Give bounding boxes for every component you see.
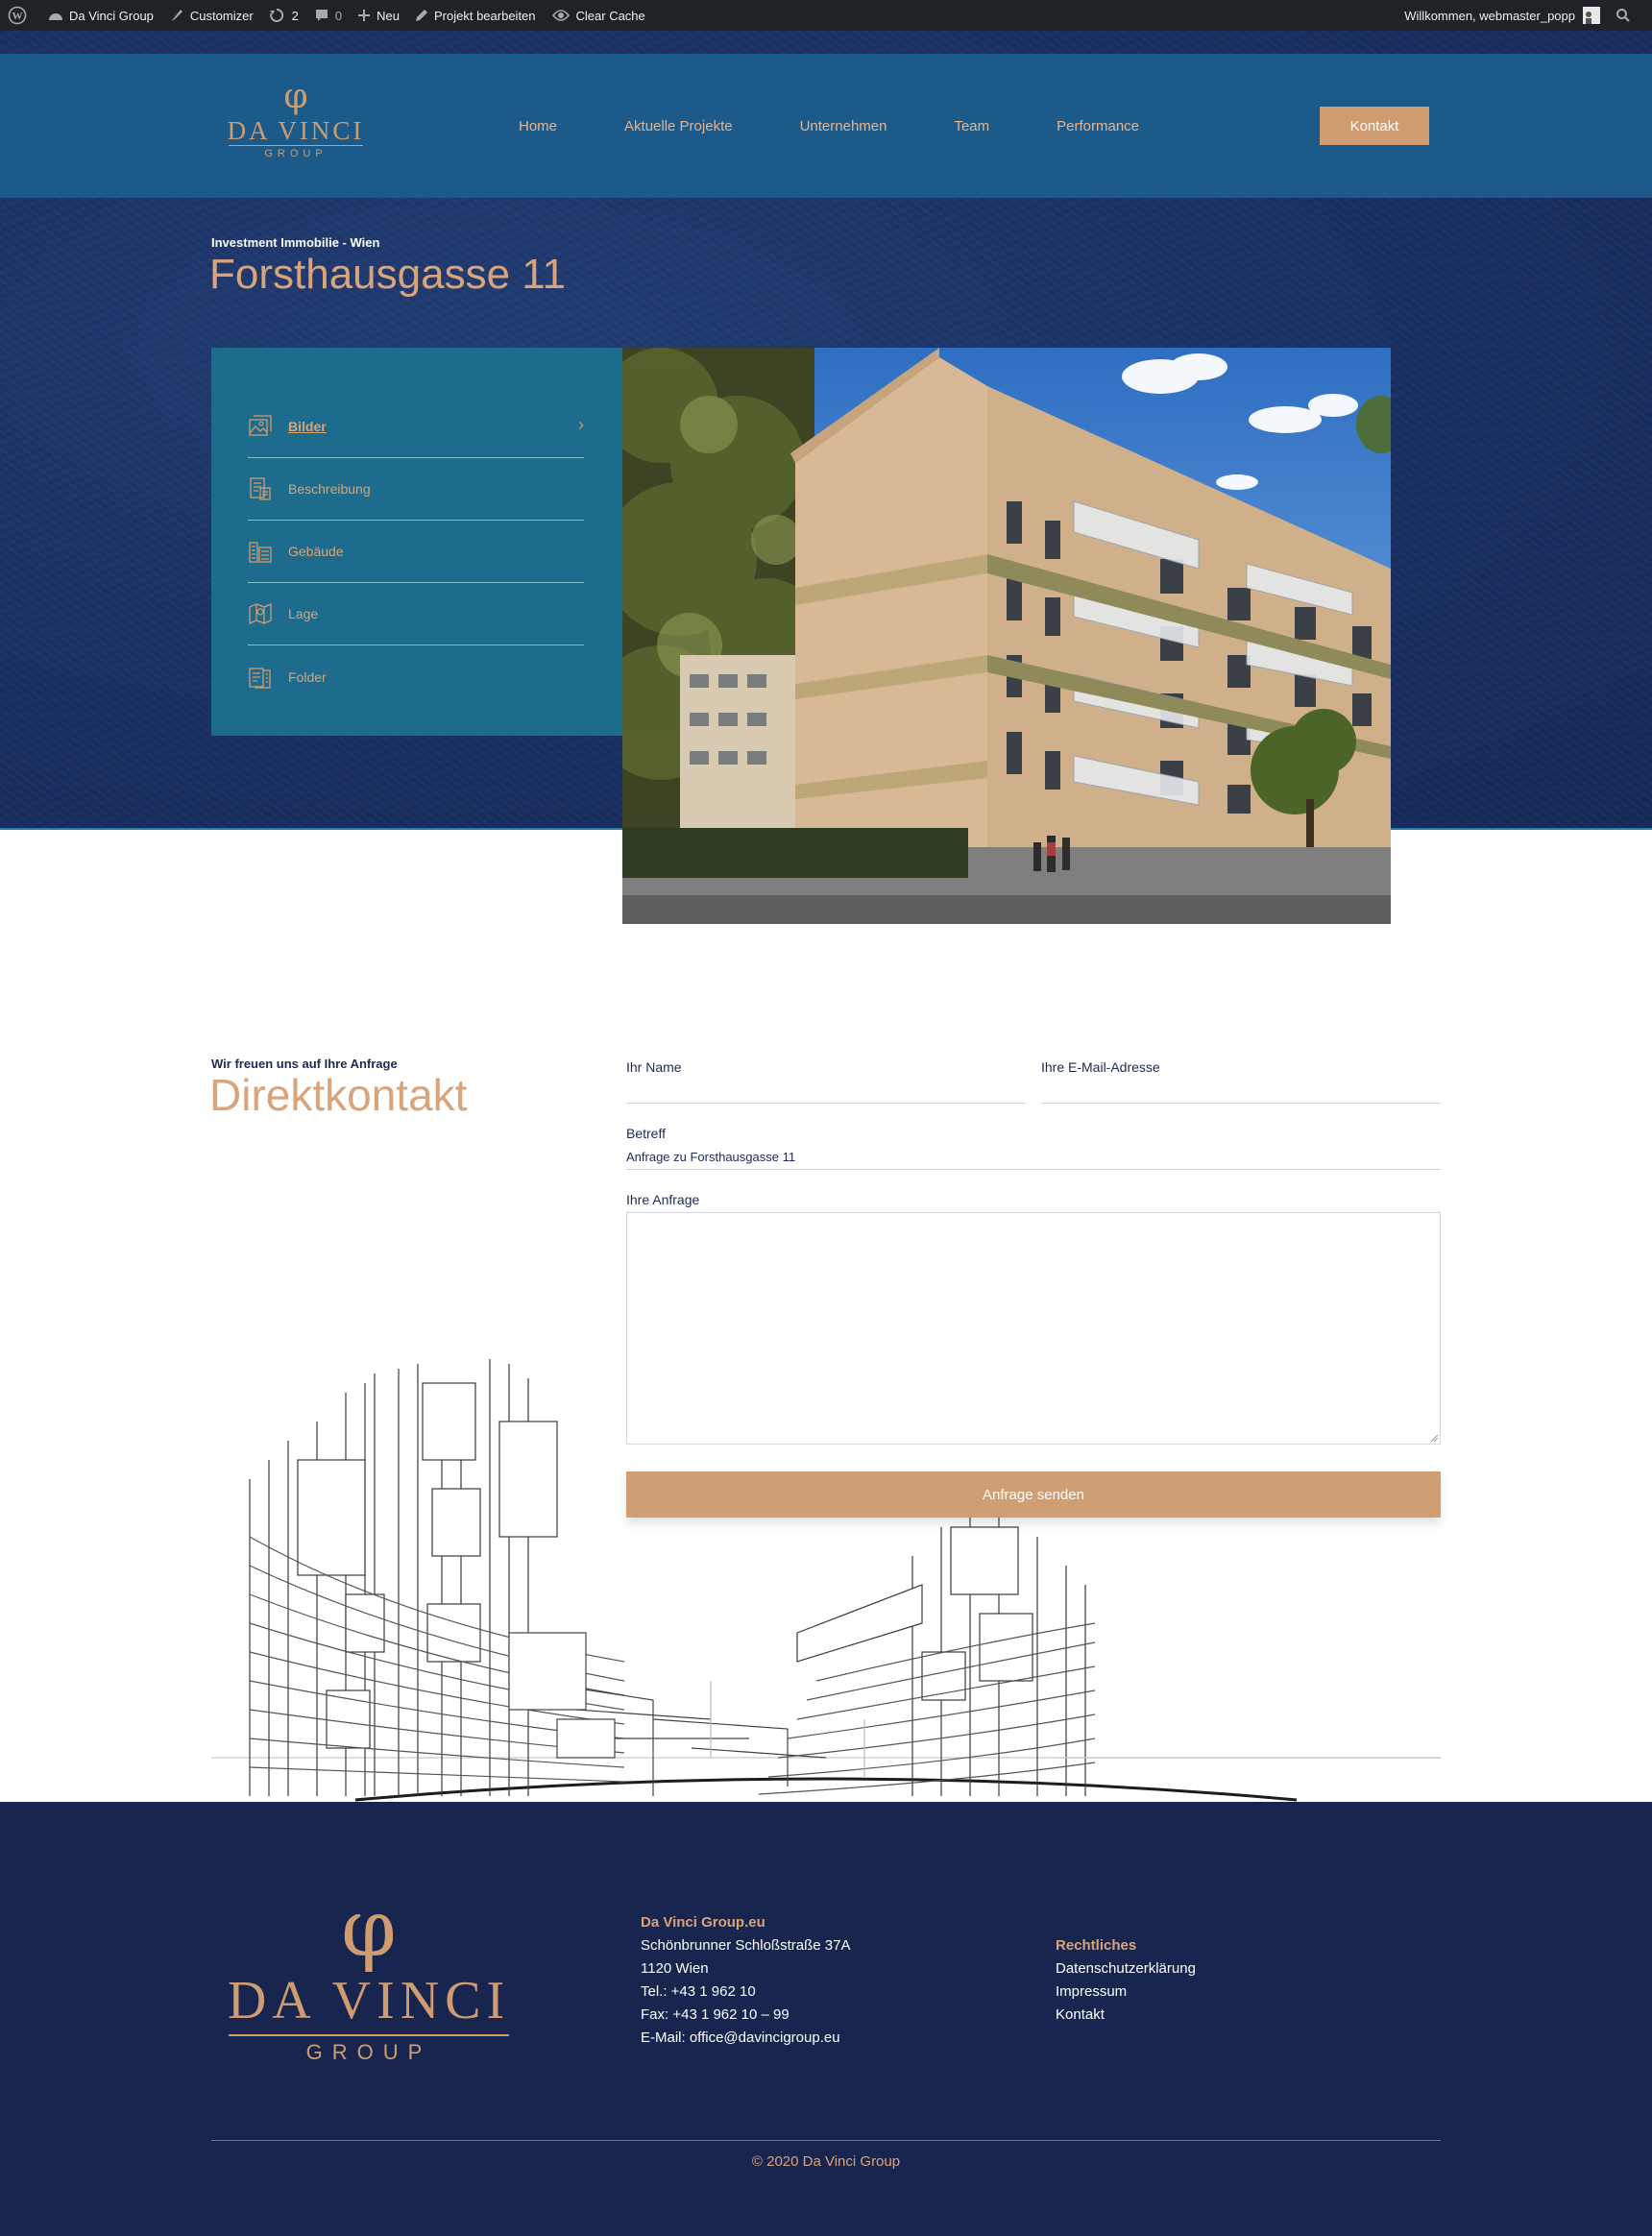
footer-company: Da Vinci Group.eu Schönbrunner Schloßstr… xyxy=(641,1911,850,2050)
admin-edit-project-link[interactable]: Projekt bearbeiten xyxy=(407,0,544,31)
wordpress-logo-icon[interactable]: W xyxy=(0,0,40,31)
tab-label: Folder xyxy=(288,668,327,685)
dashboard-icon xyxy=(49,13,62,20)
site-header: φ DA VINCI GROUP Home Aktuelle Projekte … xyxy=(0,54,1652,198)
avatar xyxy=(1583,7,1600,24)
tab-gebaeude[interactable]: Gebäude xyxy=(248,521,584,583)
footer-legal: Rechtliches Datenschutzerklärung Impress… xyxy=(1056,1934,1196,2027)
chevron-right-icon: › xyxy=(578,415,584,434)
pencil-icon xyxy=(416,10,427,21)
tab-label: Gebäude xyxy=(288,544,344,559)
kontakt-button[interactable]: Kontakt xyxy=(1320,107,1429,145)
copyright: © 2020 Da Vinci Group xyxy=(751,2153,901,2170)
footer-address-city: 1120 Wien xyxy=(641,1960,709,1977)
admin-site-link[interactable]: Da Vinci Group xyxy=(40,0,161,31)
nav-unternehmen[interactable]: Unternehmen xyxy=(800,118,887,134)
logo-group: GROUP xyxy=(264,148,328,159)
nav-team[interactable]: Team xyxy=(954,118,989,134)
logo-phi-icon: φ xyxy=(283,77,308,116)
images-icon xyxy=(249,415,272,436)
building-icon xyxy=(249,542,272,563)
comments-count: 0 xyxy=(334,8,343,23)
tab-label: Lage xyxy=(288,606,319,621)
logo-phi-icon: φ xyxy=(341,1884,397,1975)
name-field[interactable] xyxy=(626,1103,1026,1104)
footer-divider xyxy=(211,2140,1441,2141)
footer-link-datenschutz[interactable]: Datenschutzerklärung xyxy=(1056,1957,1196,1981)
updates-count: 2 xyxy=(291,8,299,23)
admin-comments-link[interactable]: 0 xyxy=(306,0,350,31)
admin-edit-project-label: Projekt bearbeiten xyxy=(434,8,536,23)
admin-updates-link[interactable]: 2 xyxy=(261,0,306,31)
description-icon xyxy=(250,477,271,500)
footer-link-kontakt[interactable]: Kontakt xyxy=(1056,2004,1196,2027)
email-label: Ihre E-Mail-Adresse xyxy=(1041,1059,1160,1075)
admin-new-link[interactable]: Neu xyxy=(350,0,407,31)
contact-title: Direktkontakt xyxy=(209,1070,468,1120)
updates-icon xyxy=(269,8,283,22)
tab-bilder[interactable]: Bilder › xyxy=(248,396,584,458)
tab-folder[interactable]: Folder xyxy=(248,645,584,708)
admin-search-icon[interactable] xyxy=(1608,0,1644,31)
logo-divider xyxy=(229,2034,509,2036)
admin-bar: W Da Vinci Group Customizer 2 0 Neu Proj… xyxy=(0,0,1652,31)
footer-address-street: Schönbrunner Schloßstraße 37A xyxy=(641,1937,851,1954)
subject-underline xyxy=(626,1169,1441,1170)
folder-icon xyxy=(249,667,271,689)
admin-account-link[interactable]: Willkommen, webmaster_popp xyxy=(1397,0,1608,31)
main-nav: Home Aktuelle Projekte Unternehmen Team … xyxy=(519,54,1206,198)
cache-icon xyxy=(551,10,570,21)
email-field[interactable] xyxy=(1041,1103,1441,1104)
footer-legal-heading: Rechtliches xyxy=(1056,1937,1137,1954)
nav-home[interactable]: Home xyxy=(519,118,557,134)
admin-customizer-label: Customizer xyxy=(189,8,254,23)
admin-clear-cache-label: Clear Cache xyxy=(575,8,645,23)
architecture-sketch xyxy=(211,1359,1441,1802)
map-icon xyxy=(249,603,272,624)
page-title: Forsthausgasse 11 xyxy=(209,251,566,298)
comment-icon xyxy=(315,10,328,21)
footer-phone[interactable]: Tel.: +43 1 962 10 xyxy=(641,1981,850,2004)
tab-label: Beschreibung xyxy=(288,481,371,497)
plus-icon xyxy=(358,10,371,21)
admin-clear-cache-link[interactable]: Clear Cache xyxy=(544,0,653,31)
message-label: Ihre Anfrage xyxy=(626,1192,700,1207)
admin-new-label: Neu xyxy=(377,8,400,23)
tab-lage[interactable]: Lage xyxy=(248,583,584,645)
svg-text:W: W xyxy=(12,11,23,22)
footer-fax: Fax: +43 1 962 10 – 99 xyxy=(641,2006,790,2023)
subject-field[interactable]: Anfrage zu Forsthausgasse 11 xyxy=(626,1150,795,1164)
footer-link-impressum[interactable]: Impressum xyxy=(1056,1981,1196,2004)
logo-name: DA VINCI xyxy=(227,1971,511,2030)
send-button[interactable]: Anfrage senden xyxy=(626,1471,1441,1518)
footer-logo[interactable]: φ DA VINCI GROUP xyxy=(219,1888,519,2067)
nav-performance[interactable]: Performance xyxy=(1057,118,1139,134)
footer-email[interactable]: E-Mail: office@davincigroup.eu xyxy=(641,2027,850,2050)
project-tabs: Bilder › Beschreibung Gebäude Lage Folde… xyxy=(211,348,622,736)
brush-icon xyxy=(170,10,182,21)
admin-greeting: Willkommen, webmaster_popp xyxy=(1404,8,1575,23)
nav-aktuelle-projekte[interactable]: Aktuelle Projekte xyxy=(624,118,733,134)
logo-group: GROUP xyxy=(305,2040,432,2064)
name-label: Ihr Name xyxy=(626,1059,682,1075)
admin-customizer-link[interactable]: Customizer xyxy=(161,0,261,31)
site-logo[interactable]: φ DA VINCI GROUP xyxy=(219,78,373,174)
admin-site-name: Da Vinci Group xyxy=(69,8,154,23)
tab-beschreibung[interactable]: Beschreibung xyxy=(248,458,584,521)
logo-name: DA VINCI xyxy=(227,116,365,145)
subject-label: Betreff xyxy=(626,1126,666,1141)
project-image[interactable] xyxy=(622,348,1391,924)
site-footer: φ DA VINCI GROUP Da Vinci Group.eu Schön… xyxy=(0,1802,1652,2236)
footer-company-heading: Da Vinci Group.eu xyxy=(641,1914,765,1931)
tab-label: Bilder xyxy=(288,419,327,434)
